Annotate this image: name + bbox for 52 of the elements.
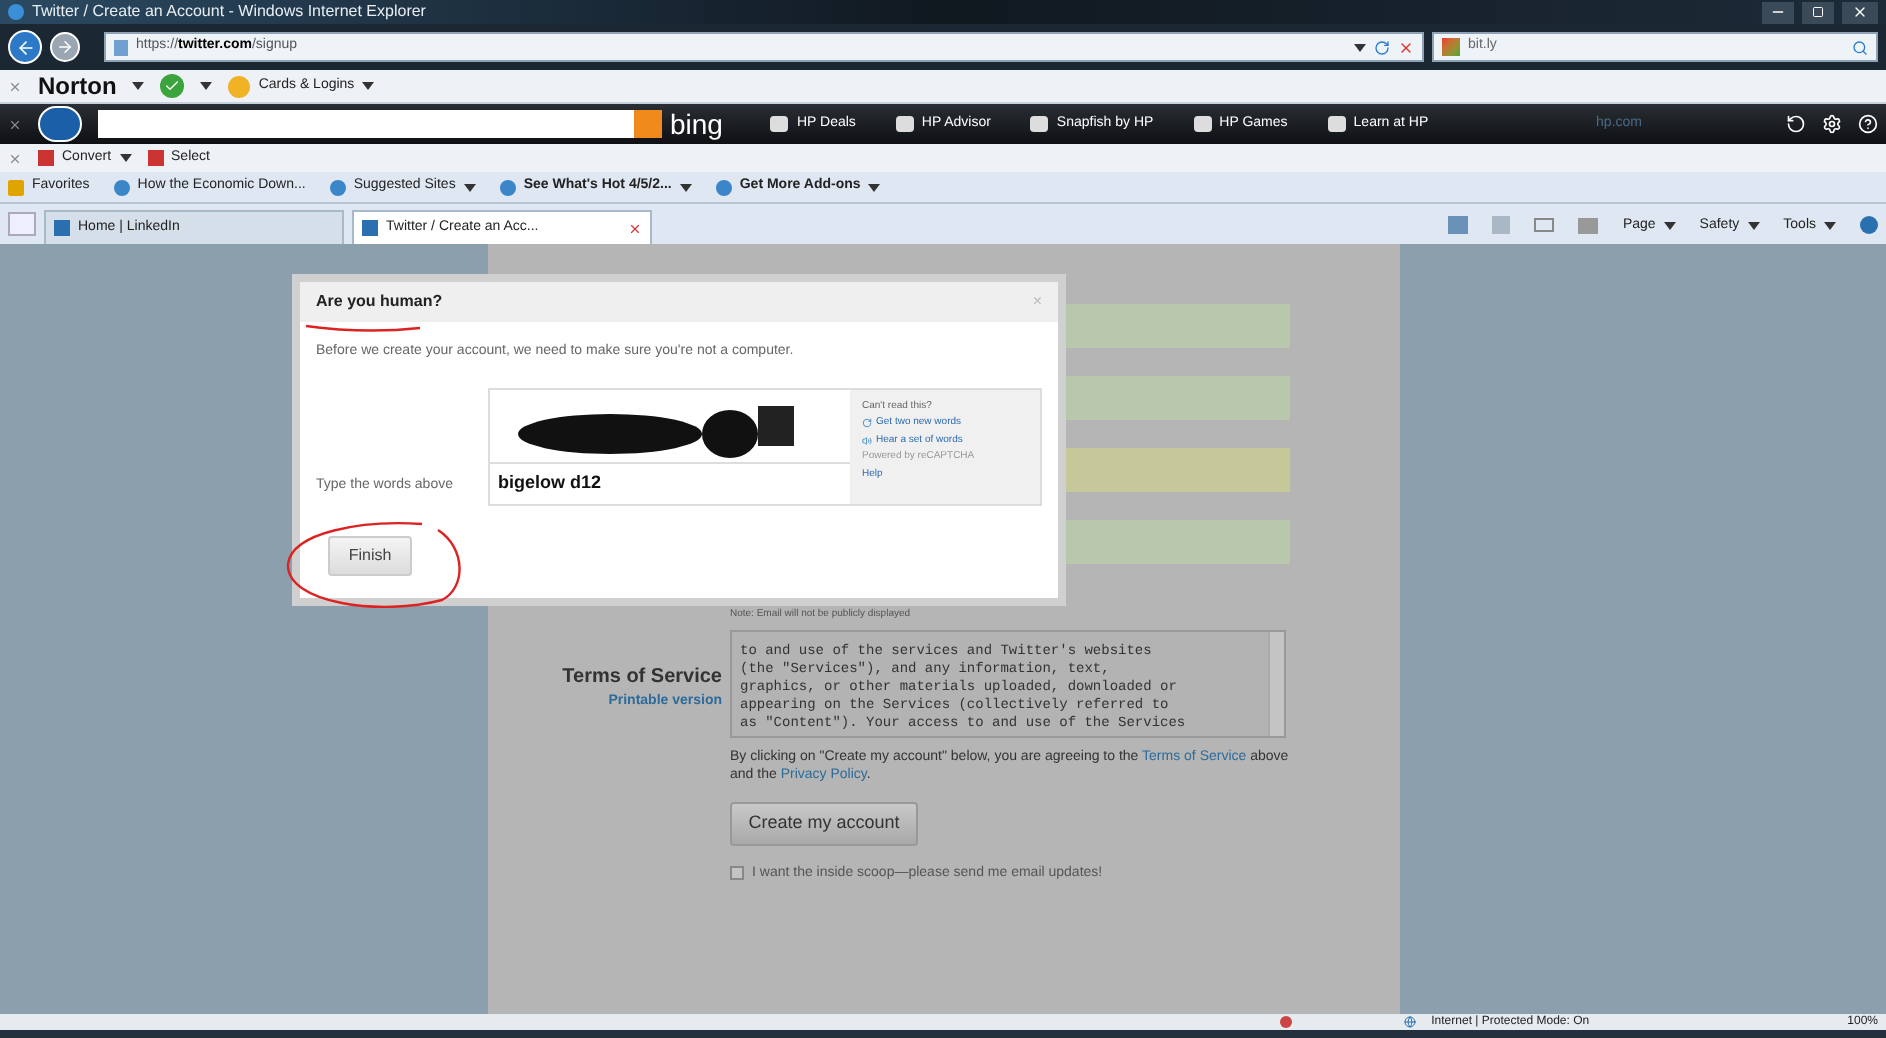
- close-toolbar-icon[interactable]: [8, 151, 22, 165]
- tab-list-icon[interactable]: [8, 212, 36, 236]
- shield-check-icon[interactable]: [160, 74, 185, 98]
- finish-button[interactable]: Finish: [328, 535, 412, 575]
- globe-icon: [1403, 1016, 1416, 1028]
- undo-icon[interactable]: [1786, 114, 1806, 134]
- scrollbar[interactable]: [1268, 631, 1284, 735]
- forward-arrow-icon: [56, 38, 74, 56]
- stop-icon[interactable]: [1398, 39, 1414, 55]
- terms-label: Terms of Service: [562, 663, 722, 691]
- underline-annotation: [304, 322, 424, 334]
- dropdown-caret-icon: [463, 183, 476, 191]
- search-field[interactable]: [98, 110, 634, 138]
- dropdown-caret-icon: [1354, 43, 1366, 51]
- forward-button[interactable]: [50, 32, 80, 62]
- terms-textarea[interactable]: [730, 629, 1286, 737]
- dropdown-caret-icon: [1747, 221, 1760, 230]
- bing-logo: bing: [670, 110, 723, 138]
- settings-icon[interactable]: [1822, 114, 1842, 134]
- close-tab-icon[interactable]: [628, 221, 642, 235]
- check-icon: [164, 78, 181, 94]
- refresh-icon: [862, 418, 872, 429]
- maximize-icon: [1812, 6, 1824, 18]
- search-provider-icon: [1442, 38, 1460, 56]
- back-button[interactable]: [8, 30, 42, 64]
- back-arrow-icon: [15, 37, 35, 57]
- dropdown-caret-icon: [362, 82, 375, 90]
- dropdown-caret-icon: [679, 183, 692, 191]
- close-icon: [1852, 4, 1868, 20]
- maximize-button[interactable]: [1802, 1, 1834, 23]
- minimize-button[interactable]: [1762, 1, 1794, 23]
- checkbox[interactable]: [730, 866, 744, 881]
- close-toolbar-icon[interactable]: [8, 79, 22, 93]
- dropdown-caret-icon: [1663, 221, 1676, 230]
- norton-logo: Norton: [38, 70, 117, 104]
- window-title: Twitter / Create an Account - Windows Internet Explorer: [32, 4, 426, 20]
- dropdown-caret-icon: [868, 183, 881, 191]
- site-icon: [54, 220, 70, 236]
- dropdown-caret-icon: [119, 154, 132, 162]
- create-account-button[interactable]: Create my account: [730, 801, 918, 845]
- page-icon: [114, 39, 128, 55]
- dropdown-caret-icon: [200, 82, 213, 90]
- dialog-title: Are you human?: [316, 290, 443, 314]
- browser-icon: [8, 4, 24, 20]
- speaker-icon: [862, 435, 872, 446]
- close-button[interactable]: [1842, 1, 1878, 23]
- dropdown-caret-icon: [132, 82, 145, 90]
- refresh-icon[interactable]: [1374, 39, 1390, 55]
- close-toolbar-icon[interactable]: [8, 117, 22, 131]
- dropdown-caret-icon: [1824, 221, 1836, 230]
- site-icon: [362, 220, 378, 236]
- hp-logo: [38, 106, 82, 142]
